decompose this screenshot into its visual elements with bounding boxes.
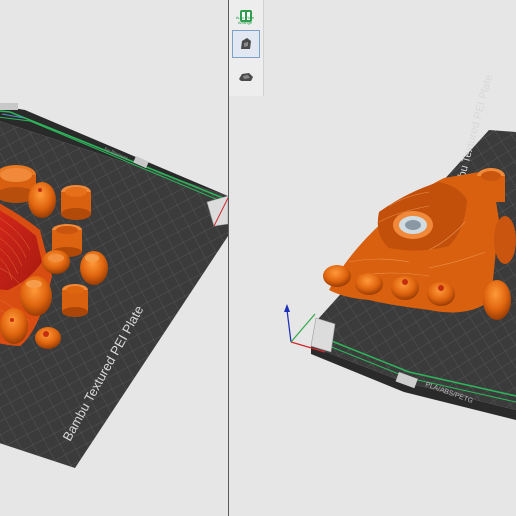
left-toolbar: Auto Plate Arrange <box>229 0 264 96</box>
model-view-icon <box>241 38 251 49</box>
viewport-left[interactable]: for filament Bambu Textured PEI Plate <box>0 0 228 516</box>
model-alt-view-icon <box>239 73 253 81</box>
auto-arrange-label-2: Arrange <box>237 20 253 25</box>
view-iso-button[interactable] <box>232 30 260 58</box>
left-scene: for filament Bambu Textured PEI Plate <box>0 103 228 468</box>
viewport-right[interactable]: Bambu Textured PEI Plate PLA/ABS/PETG <box>229 0 516 516</box>
right-scene: Bambu Textured PEI Plate PLA/ABS/PETG <box>284 73 516 420</box>
view-alt-button[interactable] <box>232 62 260 90</box>
engine-model[interactable] <box>323 168 516 320</box>
